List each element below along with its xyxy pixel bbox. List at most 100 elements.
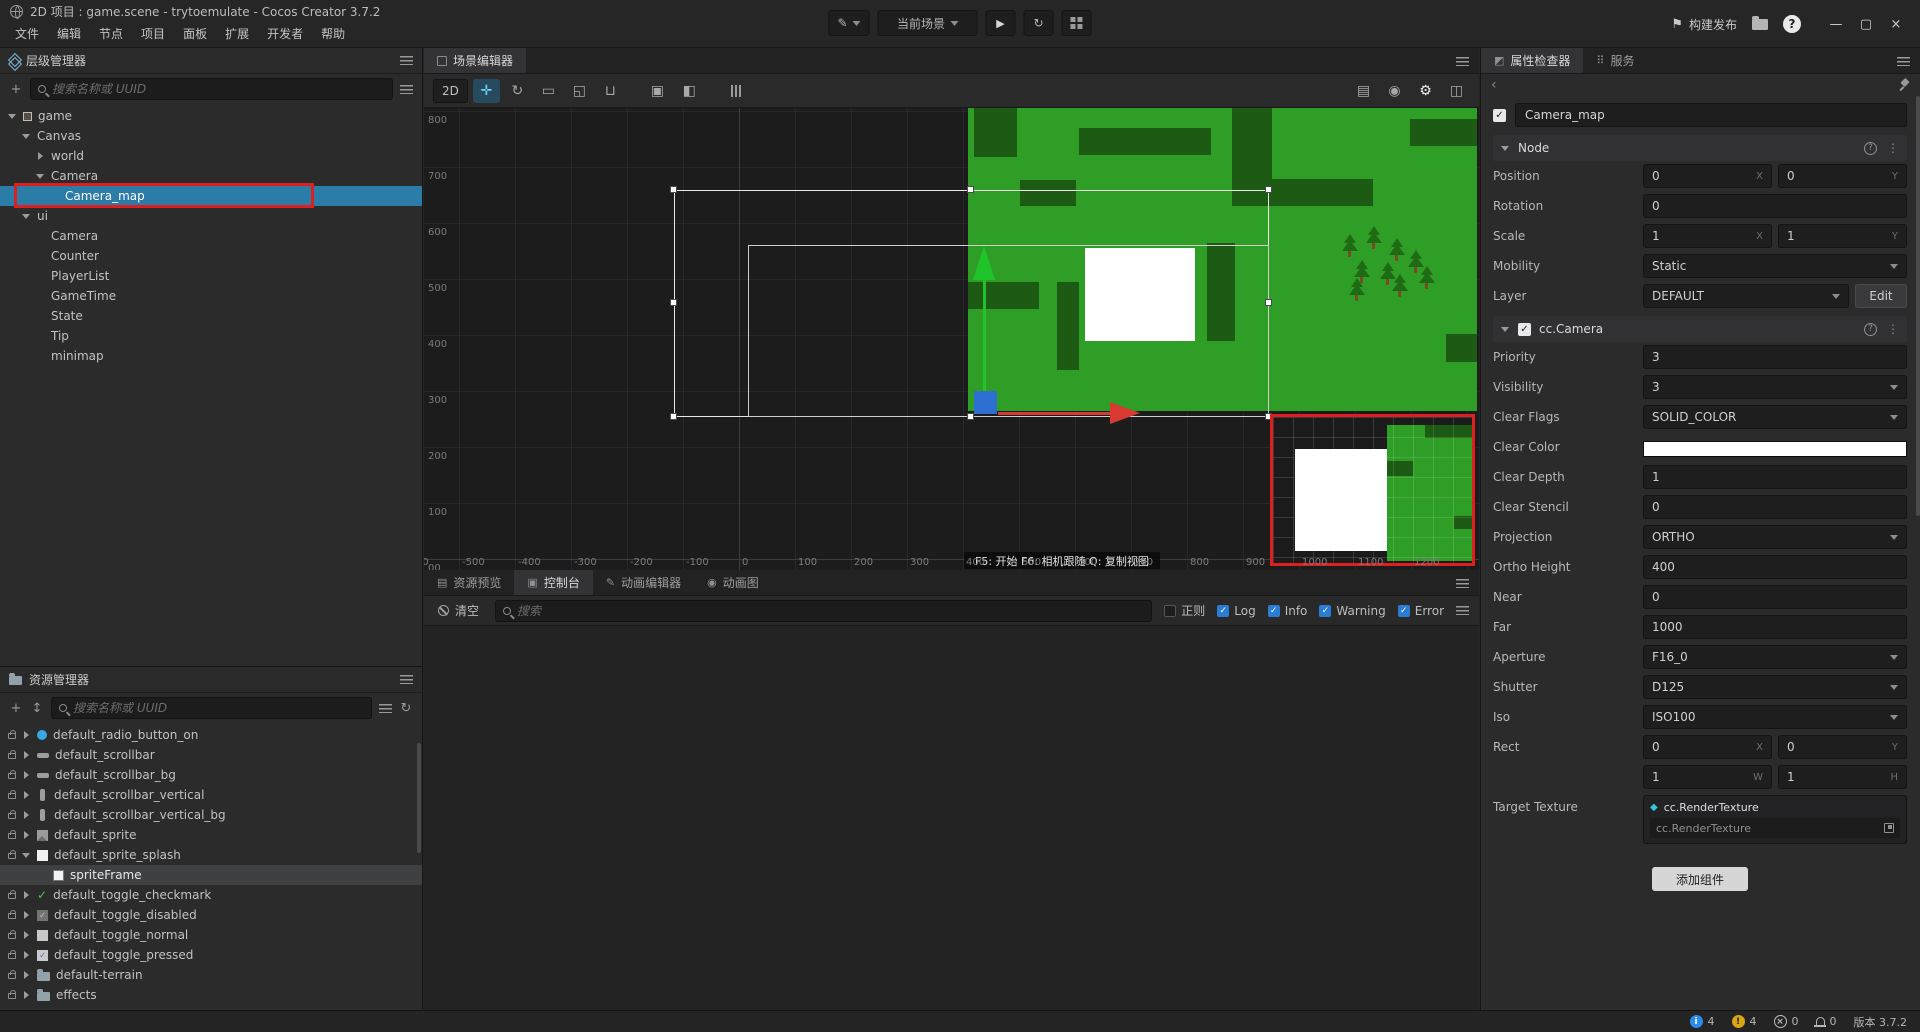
selection-handle[interactable] <box>967 413 974 420</box>
transform-tool[interactable]: ◱ <box>566 79 593 103</box>
value-input[interactable]: 0X <box>1643 164 1772 188</box>
edit-button[interactable]: Edit <box>1855 284 1907 308</box>
color-swatch[interactable] <box>1643 441 1907 457</box>
node-active-checkbox[interactable]: ✓ <box>1493 108 1506 122</box>
maximize-button[interactable]: ▢ <box>1852 10 1880 38</box>
import-asset-icon[interactable]: ↕ <box>30 701 44 716</box>
device-select[interactable]: ✎ <box>828 10 870 36</box>
filter-Log[interactable]: ✓ Log <box>1217 602 1256 619</box>
expand-arrow-icon[interactable] <box>36 172 45 181</box>
value-input[interactable]: 1Y <box>1778 224 1907 248</box>
minimize-button[interactable]: — <box>1822 10 1850 38</box>
gizmo-x-axis[interactable] <box>998 412 1110 415</box>
add-node-button[interactable]: + <box>9 82 23 97</box>
console-panel-menu-icon[interactable] <box>1456 579 1469 588</box>
build-publish-button[interactable]: ⚑ 构建发布 <box>1671 16 1737 33</box>
tab-属性检查器[interactable]: ◩ 属性检查器 <box>1481 48 1584 73</box>
asset-item-default_toggle_checkmark[interactable]: ✓ default_toggle_checkmark <box>0 885 422 905</box>
hierarchy-menu-icon[interactable] <box>400 56 413 65</box>
hierarchy-node-minimap[interactable]: minimap <box>0 346 422 366</box>
gizmo-center-handle[interactable] <box>974 391 997 414</box>
value-input[interactable]: 1 <box>1643 465 1907 489</box>
expand-arrow-icon[interactable] <box>22 910 31 920</box>
expand-arrow-icon[interactable] <box>36 151 45 161</box>
hierarchy-node-camera[interactable]: Camera <box>0 226 422 246</box>
status-warning[interactable]: ! 4 <box>1731 1015 1757 1028</box>
expand-arrow-icon[interactable] <box>22 212 31 221</box>
play-button[interactable]: ▶ <box>985 10 1016 36</box>
checkbox-Error[interactable]: ✓ <box>1397 604 1410 617</box>
add-component-button[interactable]: 添加组件 <box>1652 867 1748 891</box>
selection-handle[interactable] <box>670 299 677 306</box>
asset-item-spriteFrame[interactable]: spriteFrame <box>0 865 422 885</box>
hierarchy-node-world[interactable]: world <box>0 146 422 166</box>
value-input[interactable]: 3 <box>1643 345 1907 369</box>
menu-文件[interactable]: 文件 <box>6 24 48 45</box>
project-folder-icon[interactable] <box>1752 15 1768 30</box>
collapse-arrow-icon[interactable] <box>1501 325 1510 334</box>
value-input[interactable]: 0X <box>1643 735 1772 759</box>
asset-item-default_scrollbar_bg[interactable]: default_scrollbar_bg <box>0 765 422 785</box>
tab-服务[interactable]: ⠿ 服务 <box>1583 48 1647 73</box>
history-back-icon[interactable]: ‹ <box>1491 77 1497 93</box>
value-input[interactable]: 0Y <box>1778 735 1907 759</box>
select-input[interactable]: D125 <box>1643 675 1907 699</box>
rect-tool[interactable]: ▭ <box>535 79 562 103</box>
inspector-panel-menu-icon[interactable] <box>1897 57 1910 66</box>
camera-view[interactable]: ◉ <box>1381 79 1408 103</box>
asset-item-effects[interactable]: effects <box>0 985 422 1005</box>
hierarchy-node-camera_map[interactable]: Camera_map <box>0 183 422 208</box>
assets-sort-icon[interactable] <box>379 703 392 713</box>
2d-3d-toggle[interactable]: 2D <box>433 78 468 103</box>
selection-handle[interactable] <box>670 186 677 193</box>
refresh-button[interactable]: ↻ <box>1023 10 1054 36</box>
node-name-input[interactable] <box>1515 103 1907 127</box>
select-input[interactable]: ORTHO <box>1643 525 1907 549</box>
checkbox-Log[interactable]: ✓ <box>1217 604 1230 617</box>
asset-reference-box[interactable]: ◆ cc.RenderTexture cc.RenderTexture <box>1643 795 1907 844</box>
hierarchy-node-canvas[interactable]: Canvas <box>0 126 422 146</box>
value-input[interactable]: 0 <box>1643 495 1907 519</box>
menu-扩展[interactable]: 扩展 <box>216 24 258 45</box>
expand-arrow-icon[interactable] <box>22 950 31 960</box>
section-cc.Camera[interactable]: ✓ cc.Camera? ⋮ <box>1493 316 1907 342</box>
region-tool[interactable]: ▣ <box>644 79 671 103</box>
close-button[interactable]: × <box>1882 10 1910 38</box>
value-input[interactable]: 1W <box>1643 765 1772 789</box>
grid-view[interactable]: ▤ <box>1350 79 1377 103</box>
expand-arrow-icon[interactable] <box>22 810 31 820</box>
selection-handle[interactable] <box>967 186 974 193</box>
pin-icon[interactable] <box>1899 79 1910 91</box>
expand-arrow-icon[interactable] <box>22 830 31 840</box>
selection-handle[interactable] <box>1265 299 1272 306</box>
select-input[interactable]: DEFAULT <box>1643 284 1849 308</box>
menu-节点[interactable]: 节点 <box>90 24 132 45</box>
value-input[interactable]: 0 <box>1643 585 1907 609</box>
asset-item-default-terrain[interactable]: default-terrain <box>0 965 422 985</box>
section-Node[interactable]: Node? ⋮ <box>1493 135 1907 161</box>
asset-item-default_scrollbar[interactable]: default_scrollbar <box>0 745 422 765</box>
hierarchy-search-box[interactable] <box>30 78 393 100</box>
gizmo-settings[interactable]: ⚙ <box>1412 79 1439 103</box>
assets-refresh-icon[interactable]: ↻ <box>399 701 413 716</box>
expand-arrow-icon[interactable] <box>22 750 31 760</box>
help-icon[interactable]: ? <box>1864 141 1877 155</box>
status-error[interactable]: × 0 <box>1773 1015 1799 1028</box>
expand-arrow-icon[interactable] <box>22 970 31 980</box>
console-search-input[interactable] <box>517 603 1145 618</box>
split-view[interactable]: ◫ <box>1443 79 1470 103</box>
menu-项目[interactable]: 项目 <box>132 24 174 45</box>
checkbox-Info[interactable]: ✓ <box>1267 604 1280 617</box>
assets-scrollbar[interactable] <box>417 743 421 853</box>
value-input[interactable]: 0 <box>1643 194 1907 218</box>
picker-icon[interactable] <box>1884 823 1894 833</box>
console-search-box[interactable] <box>495 599 1153 622</box>
expand-arrow-icon[interactable] <box>22 930 31 940</box>
collapse-arrow-icon[interactable] <box>1501 144 1510 153</box>
hierarchy-node-state[interactable]: State <box>0 306 422 326</box>
menu-dots-icon[interactable]: ⋮ <box>1887 141 1899 155</box>
assets-search-box[interactable] <box>51 697 372 719</box>
inspector-scrollbar[interactable] <box>1916 96 1920 516</box>
help-icon[interactable]: ? <box>1783 15 1801 33</box>
select-input[interactable]: 3 <box>1643 375 1907 399</box>
